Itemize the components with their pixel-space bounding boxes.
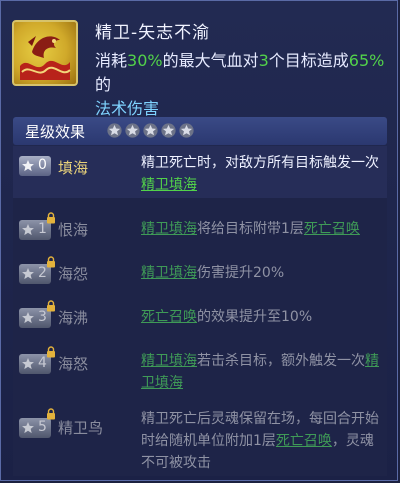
skill-link[interactable]: 精卫填海	[141, 177, 197, 193]
tier-row-0[interactable]: 0 填海 精卫死亡时，对敌方所有目标触发一次精卫填海	[13, 146, 387, 198]
tier-row-5[interactable]: 5 精卫鸟 精卫死亡后灵魂保留在场，每回合开始时给随机单位附加1层死亡召唤，灵魂…	[13, 404, 387, 476]
skill-link[interactable]: 死亡召唤	[276, 433, 332, 449]
skill-description: 消耗30%的最大气血对3个目标造成65%的 法术伤害	[95, 51, 385, 118]
star-icon	[22, 160, 34, 172]
skill-link[interactable]: 精卫填海	[141, 221, 197, 237]
tier-description: 精卫死亡时，对敌方所有目标触发一次精卫填海	[141, 155, 379, 193]
tier-description: 精卫死亡后灵魂保留在场，每回合开始时给随机单位附加1层死亡召唤，灵魂不可被攻击	[141, 411, 379, 471]
padlock-icon	[47, 256, 55, 268]
star-icon	[22, 268, 34, 280]
damage-percent: 65%	[348, 51, 385, 70]
padlock-icon	[47, 408, 55, 420]
star-icon	[125, 123, 140, 138]
tier-name: 海怨	[58, 265, 89, 283]
tier-description: 死亡召唤的效果提升至10%	[141, 309, 313, 325]
skill-link[interactable]: 精卫填海	[141, 353, 197, 369]
skill-link[interactable]: 死亡召唤	[304, 221, 360, 237]
tier-level: 0	[38, 157, 47, 173]
tier-row-3[interactable]: 3 海沸 死亡召唤的效果提升至10%	[13, 296, 387, 336]
star-icon	[22, 312, 34, 324]
star-tier-list: 0 填海 精卫死亡时，对敌方所有目标触发一次精卫填海 1 恨海 精卫填海将给目标…	[13, 146, 387, 476]
tier-badge: 0	[19, 156, 51, 176]
tier-description: 精卫填海若击杀目标，额外触发一次精卫填海	[141, 353, 379, 391]
tier-description: 精卫填海伤害提升20%	[141, 265, 285, 281]
tier-name: 填海	[58, 159, 89, 177]
tier-name: 海沸	[58, 309, 89, 327]
tier-name: 精卫鸟	[58, 419, 104, 437]
skill-title: 精卫-矢志不渝	[95, 23, 211, 43]
star-icon	[143, 123, 158, 138]
target-count: 3	[258, 51, 269, 70]
star-icon	[22, 358, 34, 370]
padlock-icon	[47, 300, 55, 312]
tier-badge: 5	[19, 418, 51, 438]
tier-name: 海怒	[58, 355, 89, 373]
cost-percent: 30%	[127, 51, 163, 70]
damage-type: 法术伤害	[95, 99, 160, 118]
star-icon	[161, 123, 176, 138]
star-rating	[107, 123, 194, 138]
padlock-icon	[47, 346, 55, 358]
jingwei-skill-icon	[12, 20, 78, 86]
star-icon	[107, 123, 122, 138]
star-effects-title: 星级效果	[25, 123, 86, 141]
padlock-icon	[47, 212, 55, 224]
star-icon	[22, 422, 34, 434]
star-icon	[179, 123, 194, 138]
skill-link[interactable]: 精卫填海	[141, 265, 197, 281]
tier-row-4[interactable]: 4 海怒 精卫填海若击杀目标，额外触发一次精卫填海	[13, 342, 387, 400]
tier-description: 精卫填海将给目标附带1层死亡召唤	[141, 221, 360, 237]
tier-name: 恨海	[58, 221, 89, 239]
skill-link[interactable]: 死亡召唤	[141, 309, 197, 325]
tier-row-2[interactable]: 2 海怨 精卫填海伤害提升20%	[13, 252, 387, 292]
tier-level: 5	[38, 419, 47, 435]
skill-tooltip-panel: 精卫-矢志不渝 消耗30%的最大气血对3个目标造成65%的 法术伤害 星级效果 0…	[0, 0, 398, 481]
star-icon	[22, 224, 34, 236]
tier-row-1[interactable]: 1 恨海 精卫填海将给目标附带1层死亡召唤	[13, 208, 387, 248]
star-effects-header: 星级效果	[13, 117, 387, 145]
